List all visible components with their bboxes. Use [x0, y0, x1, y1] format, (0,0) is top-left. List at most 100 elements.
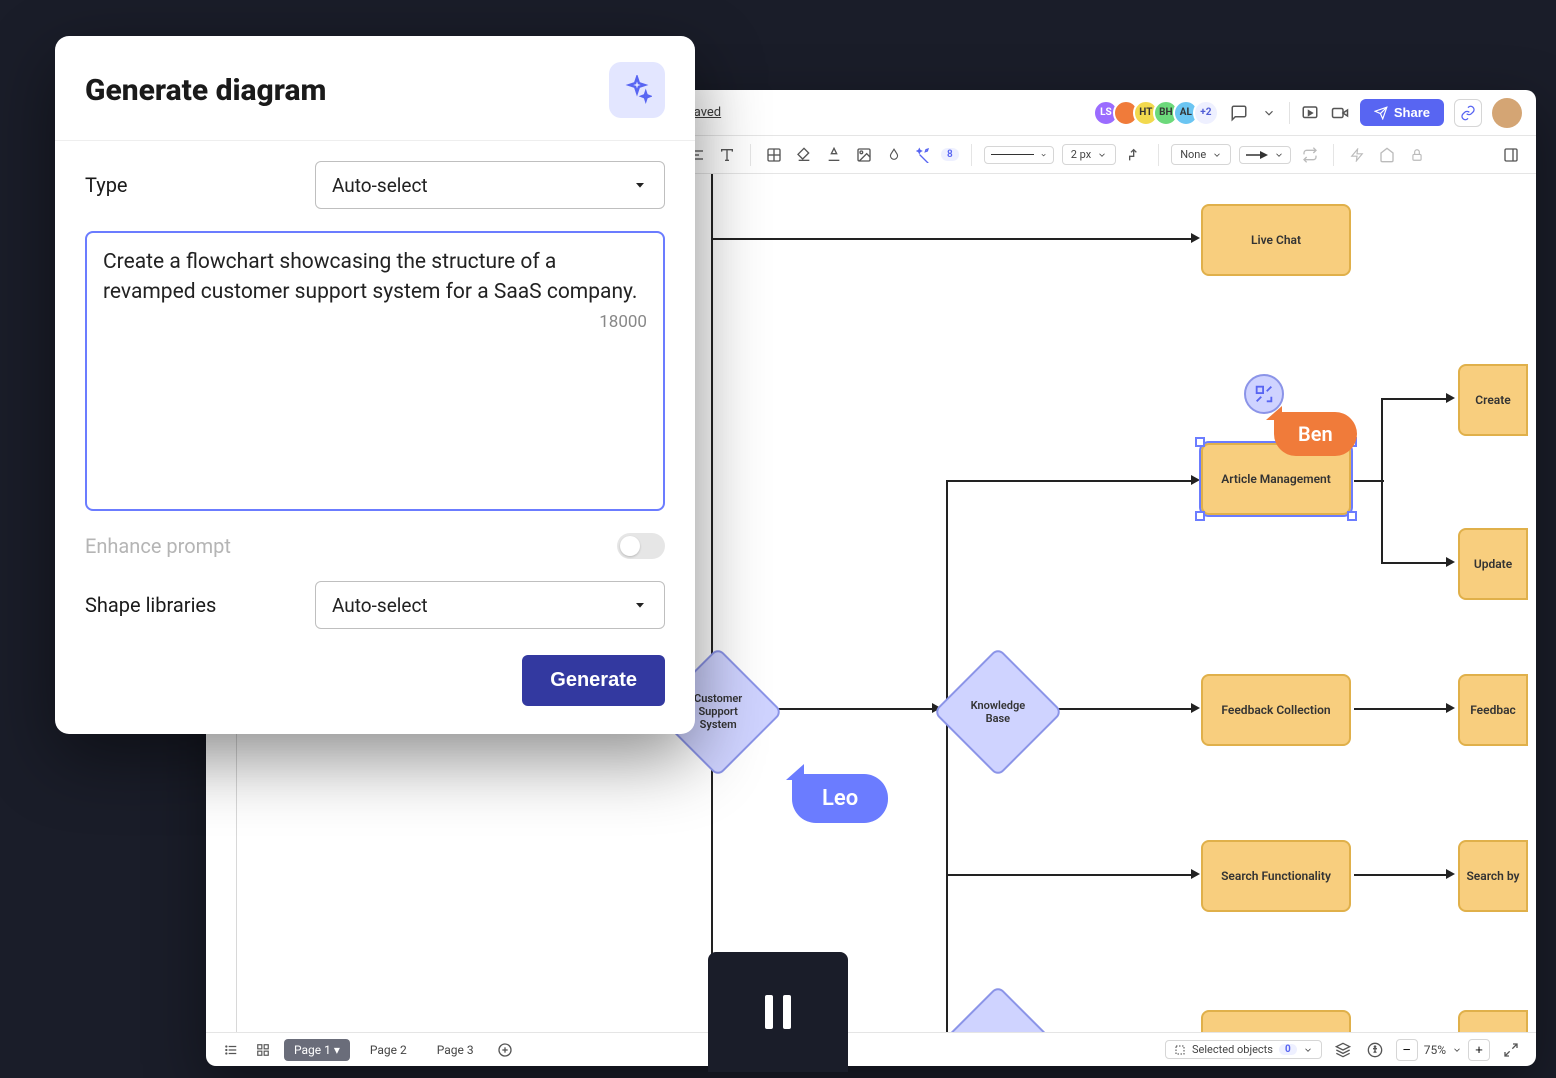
- node-feedback[interactable]: Feedbac: [1458, 674, 1528, 746]
- edge: [1381, 562, 1446, 564]
- share-button[interactable]: Share: [1360, 99, 1444, 126]
- node-create[interactable]: Create: [1458, 364, 1528, 436]
- line-preview: [991, 154, 1034, 155]
- lock-icon[interactable]: [1406, 144, 1428, 166]
- node-label: Live Chat: [1251, 233, 1301, 247]
- fullscreen-icon[interactable]: [1500, 1039, 1522, 1061]
- list-view-icon[interactable]: [220, 1039, 242, 1061]
- cursor-label: Ben: [1298, 422, 1333, 446]
- caret-icon: [632, 597, 648, 613]
- arrowhead-icon: [1191, 233, 1200, 243]
- stroke-width-value: 2 px: [1071, 148, 1091, 161]
- edge: [946, 480, 948, 1032]
- transform-icon: [1253, 383, 1275, 405]
- arrowhead-icon: [1446, 869, 1455, 879]
- libs-row: Shape libraries Auto-select: [85, 581, 665, 629]
- prompt-textarea[interactable]: Create a flowchart showcasing the struct…: [85, 231, 665, 511]
- node-assign-to[interactable]: Assign t: [1458, 1010, 1528, 1032]
- selected-label: Selected objects: [1192, 1043, 1273, 1056]
- selection-handle[interactable]: [1347, 511, 1357, 521]
- edge: [1354, 874, 1446, 876]
- node-label: Update: [1474, 557, 1512, 571]
- caret-icon: [1274, 150, 1284, 160]
- bottombar: Page 1 ▾ Page 2 Page 3 Selected objects …: [206, 1032, 1536, 1066]
- node-ticket-assignment[interactable]: Ticket Assignment: [1201, 1010, 1351, 1032]
- caret-icon[interactable]: [1452, 1045, 1462, 1055]
- layout-icon[interactable]: [763, 144, 785, 166]
- type-dropdown[interactable]: Auto-select: [315, 161, 665, 209]
- ben-cursor: Ben: [1274, 412, 1357, 456]
- zoom-value: 75%: [1424, 1043, 1446, 1057]
- selection-handle[interactable]: [1195, 511, 1205, 521]
- dialog-title: Generate diagram: [85, 73, 326, 108]
- node-label: Article Management: [1221, 472, 1331, 486]
- comment-icon[interactable]: [1229, 103, 1249, 123]
- start-arrow-value: None: [1180, 148, 1206, 161]
- collaborator-stack[interactable]: LS HT BH AL +2: [1099, 100, 1219, 126]
- node-live-chat[interactable]: Live Chat: [1201, 204, 1351, 276]
- type-value: Auto-select: [332, 174, 428, 197]
- fill-icon[interactable]: [793, 144, 815, 166]
- end-arrow-dropdown[interactable]: [1239, 146, 1291, 164]
- add-page-button[interactable]: [494, 1039, 516, 1061]
- edge: [762, 708, 932, 710]
- libs-dropdown[interactable]: Auto-select: [315, 581, 665, 629]
- ben-cursor-tail: [1266, 406, 1282, 420]
- arrowhead-icon: [1191, 869, 1200, 879]
- video-icon[interactable]: [1330, 103, 1350, 123]
- highlight-icon[interactable]: [823, 144, 845, 166]
- topbar-right: LS HT BH AL +2 Share: [1099, 98, 1522, 128]
- generate-button[interactable]: Generate: [522, 655, 665, 706]
- drop-icon[interactable]: [883, 144, 905, 166]
- pause-overlay[interactable]: [708, 952, 848, 1072]
- present-icon[interactable]: [1300, 103, 1320, 123]
- bolt-icon[interactable]: [1346, 144, 1368, 166]
- ai-sparkle-button[interactable]: [609, 62, 665, 118]
- magic-group[interactable]: 8: [913, 144, 959, 166]
- selected-objects-dropdown[interactable]: Selected objects 0: [1165, 1040, 1322, 1059]
- text-icon[interactable]: [716, 144, 738, 166]
- line-style-dropdown[interactable]: [984, 146, 1054, 164]
- zoom-out-button[interactable]: −: [1396, 1039, 1418, 1061]
- enhance-toggle[interactable]: [617, 533, 665, 559]
- layers-icon[interactable]: [1332, 1039, 1354, 1061]
- grid-view-icon[interactable]: [252, 1039, 274, 1061]
- page-tab-2[interactable]: Page 2: [360, 1039, 417, 1061]
- pause-icon: [765, 995, 791, 1029]
- sparkle-icon: [622, 75, 652, 105]
- image-icon[interactable]: [853, 144, 875, 166]
- dialog-header: Generate diagram: [55, 36, 695, 141]
- edge: [1354, 708, 1446, 710]
- node-feedback-collection[interactable]: Feedback Collection: [1201, 674, 1351, 746]
- edge: [946, 874, 1191, 876]
- node-search-by[interactable]: Search by: [1458, 840, 1528, 912]
- magic-count: 8: [941, 148, 959, 161]
- zoom-controls: − 75% +: [1396, 1039, 1490, 1061]
- node-support-agents[interactable]: Support Agents: [933, 985, 1063, 1032]
- node-update[interactable]: Update: [1458, 528, 1528, 600]
- arrowhead-icon: [1446, 703, 1455, 713]
- zoom-in-button[interactable]: +: [1468, 1039, 1490, 1061]
- chevron-down-icon[interactable]: [1259, 103, 1279, 123]
- page-tab-3[interactable]: Page 3: [427, 1039, 484, 1061]
- node-label: Feedback Collection: [1221, 703, 1330, 717]
- profile-avatar[interactable]: [1492, 98, 1522, 128]
- stroke-width-dropdown[interactable]: 2 px: [1062, 144, 1116, 165]
- avatar-more[interactable]: +2: [1193, 100, 1219, 126]
- node-search-functionality[interactable]: Search Functionality: [1201, 840, 1351, 912]
- leo-cursor: Leo: [792, 774, 888, 823]
- page-tab-1[interactable]: Page 1 ▾: [284, 1039, 350, 1061]
- node-knowledge-base[interactable]: Knowledge Base: [933, 647, 1063, 777]
- selection-handle[interactable]: [1195, 437, 1205, 447]
- accessibility-icon[interactable]: [1364, 1039, 1386, 1061]
- link-button[interactable]: [1454, 99, 1482, 127]
- node-label: Search Functionality: [1221, 869, 1331, 883]
- arrowhead-icon: [1446, 393, 1455, 403]
- libs-label: Shape libraries: [85, 593, 285, 617]
- swap-icon[interactable]: [1299, 144, 1321, 166]
- start-arrow-dropdown[interactable]: None: [1171, 144, 1231, 165]
- bottombar-right: Selected objects 0 − 75% +: [1165, 1039, 1522, 1061]
- panel-toggle-icon[interactable]: [1500, 144, 1522, 166]
- home-icon[interactable]: [1376, 144, 1398, 166]
- connector-icon[interactable]: [1124, 144, 1146, 166]
